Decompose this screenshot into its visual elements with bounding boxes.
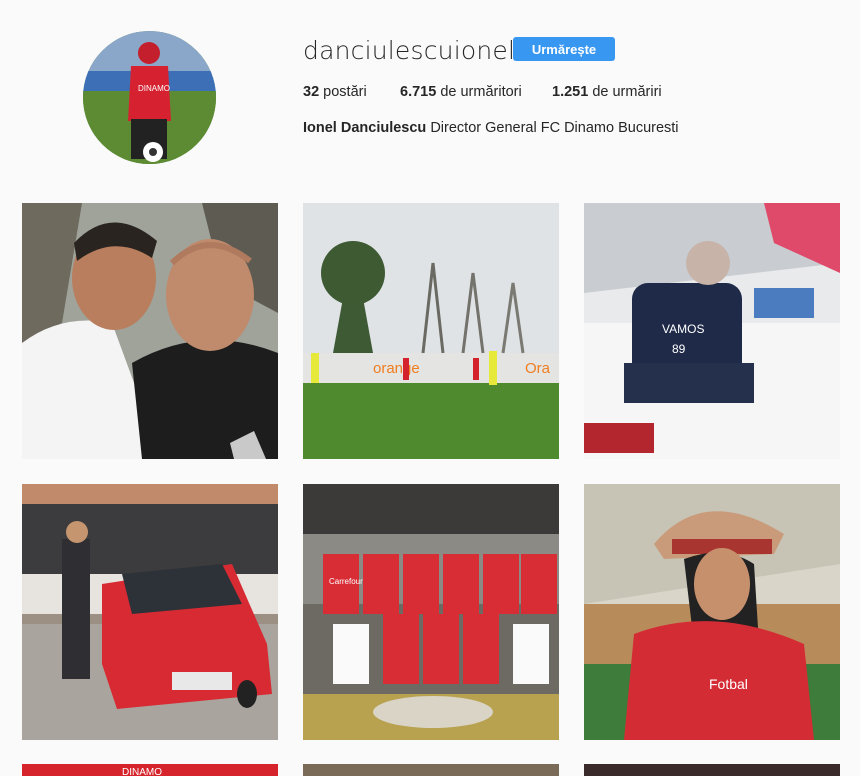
- post-thumbnail-team[interactable]: Carrefour: [303, 484, 559, 740]
- post-thumbnail-training[interactable]: orange Ora: [303, 203, 559, 459]
- post-thumbnail-selfie[interactable]: [22, 203, 278, 459]
- row3-right-photo: [584, 764, 840, 776]
- selfie-photo: [22, 203, 278, 459]
- dinamo-photo: DINAMO: [22, 764, 278, 776]
- post-thumbnail-child[interactable]: VAMOS 89: [584, 203, 840, 459]
- profile-avatar[interactable]: DINAMO: [83, 31, 216, 164]
- posts-count: 32: [303, 84, 320, 100]
- followers-count: 6.715: [400, 84, 437, 100]
- shirt-number-text: 89: [672, 342, 686, 356]
- post-thumbnail-row3-middle[interactable]: [303, 764, 559, 776]
- avatar-jersey-text: DINAMO: [138, 84, 170, 93]
- post-thumbnail-car[interactable]: [22, 484, 278, 740]
- training-photo: orange Ora: [303, 203, 559, 459]
- avatar-photo: DINAMO: [83, 31, 216, 164]
- post-thumbnail-dinamo[interactable]: DINAMO: [22, 764, 278, 776]
- post-thumbnail-row3-right[interactable]: [584, 764, 840, 776]
- following-stat[interactable]: 1.251 de urmăriri: [552, 84, 662, 100]
- posts-label: postări: [323, 84, 367, 100]
- following-label: de urmăriri: [592, 84, 662, 100]
- bottom-dinamo-text: DINAMO: [122, 767, 162, 776]
- jersey-sponsor-text: Carrefour: [329, 577, 363, 586]
- child-photo: VAMOS 89: [584, 203, 840, 459]
- profile-bio-text: Director General FC Dinamo Bucuresti: [430, 120, 679, 136]
- posts-stat[interactable]: 32 postări: [303, 84, 367, 100]
- following-count: 1.251: [552, 84, 589, 100]
- team-photo: Carrefour: [303, 484, 559, 740]
- scarf-text: Fotbal: [709, 676, 748, 692]
- post-thumbnail-stadium[interactable]: Fotbal: [584, 484, 840, 740]
- stadium-photo: Fotbal: [584, 484, 840, 740]
- banner-orange-text-2: Ora: [525, 360, 551, 377]
- row3-middle-photo: [303, 764, 559, 776]
- profile-username: danciulescuionel: [303, 36, 516, 65]
- profile-bio: Ionel Danciulescu Director General FC Di…: [303, 120, 679, 136]
- followers-stat[interactable]: 6.715 de urmăritori: [400, 84, 522, 100]
- banner-orange-text: orange: [373, 360, 420, 377]
- followers-label: de urmăritori: [440, 84, 522, 100]
- follow-button[interactable]: Urmărește: [513, 37, 615, 61]
- shirt-vamos-text: VAMOS: [662, 322, 704, 336]
- car-photo: [22, 484, 278, 740]
- profile-full-name: Ionel Danciulescu: [303, 120, 427, 136]
